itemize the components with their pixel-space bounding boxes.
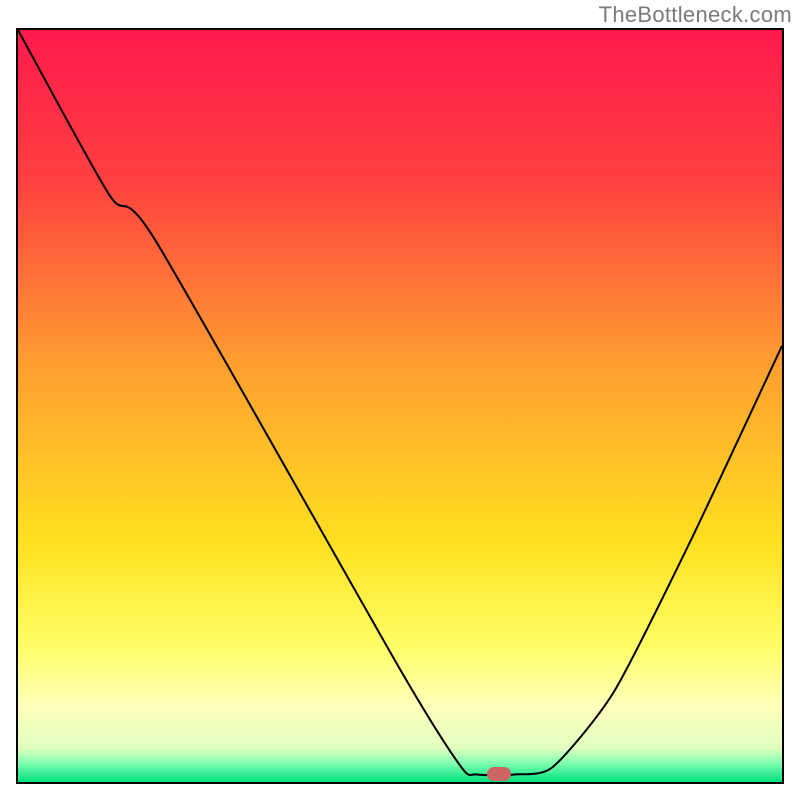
plot-area [16, 28, 784, 784]
watermark-text: TheBottleneck.com [599, 2, 792, 28]
optimal-marker [487, 767, 511, 781]
chart-container: TheBottleneck.com [0, 0, 800, 800]
bottleneck-curve [18, 30, 782, 782]
